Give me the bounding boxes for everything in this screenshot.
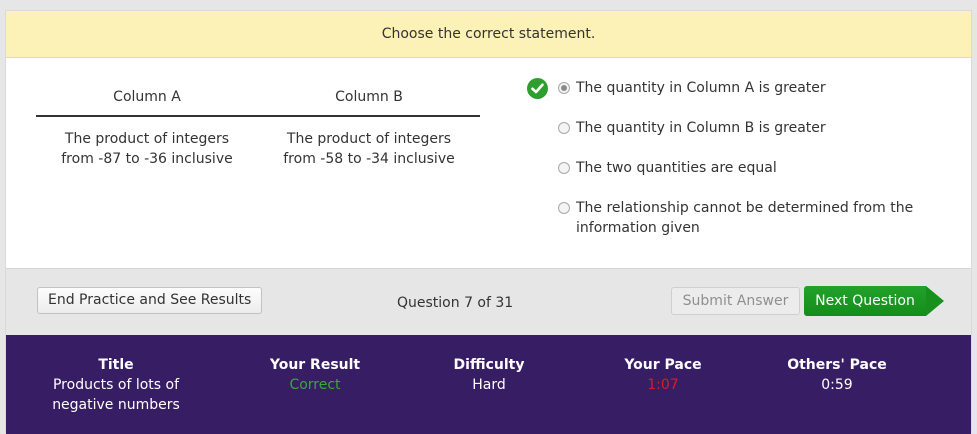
result-title: Title Products of lots of negative numbe…: [36, 355, 196, 415]
result-title-value: Products of lots of: [52, 377, 180, 393]
your-pace-value: 1:07: [647, 377, 679, 393]
difficulty-label: Difficulty: [453, 357, 525, 373]
choice-d-radio[interactable]: [558, 202, 570, 214]
difficulty-value: Hard: [472, 377, 506, 393]
next-question-button[interactable]: Next Question: [804, 286, 926, 316]
result-your-pace: Your Pace 1:07: [603, 355, 723, 395]
choice-d-text: information given: [576, 220, 700, 236]
result-title-value: negative numbers: [52, 397, 180, 413]
result-title-label: Title: [98, 357, 134, 373]
choice-c-label[interactable]: The two quantities are equal: [576, 158, 956, 178]
choice-a-radio[interactable]: [558, 82, 570, 94]
instruction-text: Choose the correct statement.: [381, 26, 596, 42]
choice-a-text: The quantity in Column A is greater: [576, 80, 826, 96]
check-circle-icon: [527, 78, 548, 99]
choice-d-text: The relationship cannot be determined fr…: [576, 200, 914, 216]
navigation-toolbar: End Practice and See Results Question 7 …: [6, 268, 971, 336]
submit-answer-button[interactable]: Submit Answer: [671, 287, 800, 315]
column-a-line: The product of integers: [64, 131, 230, 147]
result-others-pace: Others' Pace 0:59: [772, 355, 902, 395]
result-your-result: Your Result Correct: [250, 355, 380, 395]
column-b-heading: Column B: [335, 89, 403, 105]
choice-b-radio[interactable]: [558, 122, 570, 134]
arrow-right-icon[interactable]: [926, 286, 944, 316]
your-result-label: Your Result: [269, 357, 361, 373]
choice-d-label[interactable]: The relationship cannot be determined fr…: [576, 198, 956, 238]
your-result-value: Correct: [289, 377, 341, 393]
choice-b-text: The quantity in Column B is greater: [576, 120, 826, 136]
choice-c-text: The two quantities are equal: [576, 160, 777, 176]
result-difficulty: Difficulty Hard: [429, 355, 549, 395]
choice-b-label[interactable]: The quantity in Column B is greater: [576, 118, 956, 138]
your-pace-label: Your Pace: [624, 357, 702, 373]
column-b-line: The product of integers: [286, 131, 452, 147]
column-a-line: from -87 to -36 inclusive: [61, 151, 233, 167]
column-b-quantity: The product of integers from -58 to -34 …: [258, 129, 480, 169]
question-counter: Question 7 of 31: [397, 295, 514, 311]
instruction-banner: Choose the correct statement.: [6, 11, 971, 58]
others-pace-value: 0:59: [821, 377, 853, 393]
column-divider: [36, 115, 480, 117]
others-pace-label: Others' Pace: [787, 357, 887, 373]
choice-c-radio[interactable]: [558, 162, 570, 174]
results-summary-bar: Title Products of lots of negative numbe…: [6, 335, 971, 434]
column-a-quantity: The product of integers from -87 to -36 …: [36, 129, 258, 169]
choice-a-label[interactable]: The quantity in Column A is greater: [576, 78, 956, 98]
question-panel: Choose the correct statement. Column A C…: [5, 10, 972, 434]
column-b-line: from -58 to -34 inclusive: [283, 151, 455, 167]
column-a-heading: Column A: [113, 89, 181, 105]
end-practice-button[interactable]: End Practice and See Results: [37, 287, 263, 314]
